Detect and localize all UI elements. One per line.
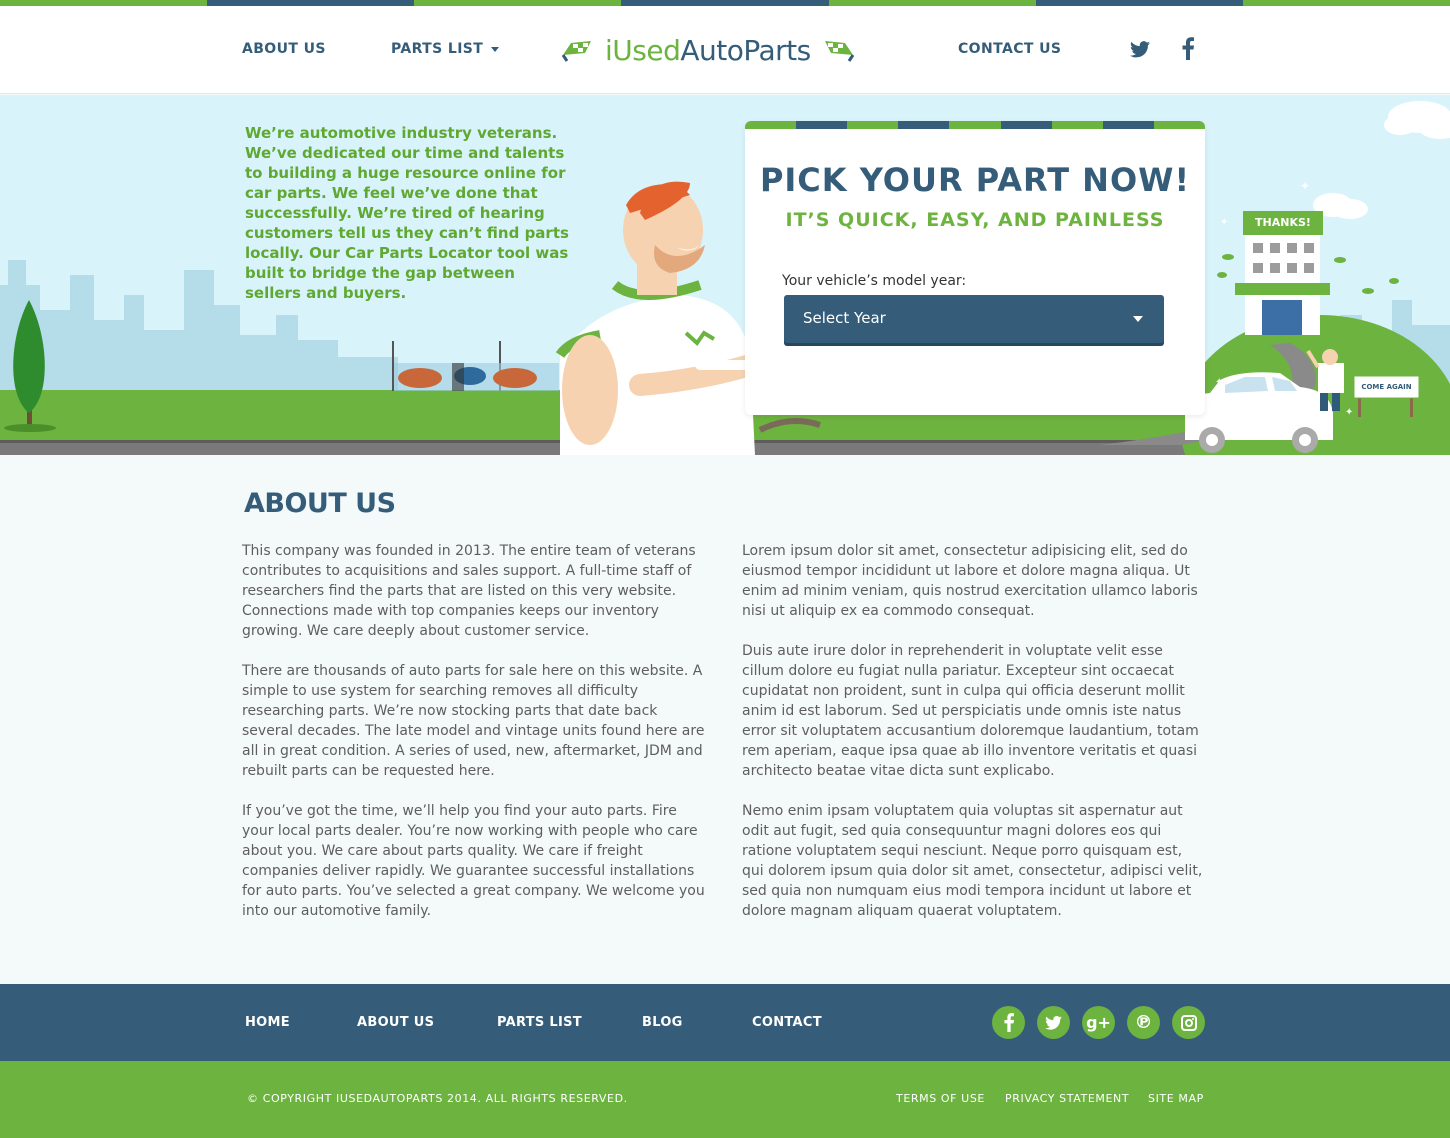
copyright-text: © COPYRIGHT IUSEDAUTOPARTS 2014. ALL RIG…: [247, 1092, 628, 1105]
checkered-flag-icon: [824, 41, 854, 62]
privacy-statement-link[interactable]: PRIVACY STATEMENT: [1005, 1092, 1129, 1105]
google-plus-icon[interactable]: g+: [1082, 1006, 1115, 1039]
about-paragraph: Lorem ipsum dolor sit amet, consectetur …: [742, 543, 1198, 619]
svg-text:✦: ✦: [1300, 179, 1310, 193]
nav-parts-list[interactable]: PARTS LIST: [391, 41, 500, 57]
about-right-column: Lorem ipsum dolor sit amet, consectetur …: [742, 541, 1208, 941]
site-map-link[interactable]: SITE MAP: [1148, 1092, 1204, 1105]
pinterest-icon[interactable]: ℗: [1127, 1006, 1160, 1039]
chevron-down-icon: [491, 46, 500, 52]
part-picker-card: PICK YOUR PART NOW! IT’S QUICK, EASY, AN…: [745, 121, 1205, 415]
picker-color-stripe: [745, 121, 1205, 129]
about-paragraph: This company was founded in 2013. The en…: [242, 543, 696, 639]
nav-parts-list-label: PARTS LIST: [391, 41, 484, 57]
cloud-icon: [1313, 101, 1450, 219]
nav-about-us[interactable]: ABOUT US: [242, 41, 326, 57]
about-paragraph: Duis aute irure dolor in reprehenderit i…: [742, 643, 1199, 779]
about-title: ABOUT US: [244, 488, 396, 519]
instagram-icon[interactable]: [1172, 1006, 1205, 1039]
about-left-column: This company was founded in 2013. The en…: [242, 541, 708, 941]
twitter-icon[interactable]: [1037, 1006, 1070, 1039]
chevron-down-icon: [1133, 316, 1143, 322]
terms-of-use-link[interactable]: TERMS OF USE: [896, 1092, 985, 1105]
picker-title: PICK YOUR PART NOW!: [759, 161, 1191, 199]
logo-wordmark: iUsedAutoParts: [605, 33, 811, 67]
svg-text:✦: ✦: [1345, 407, 1353, 418]
about-paragraph: There are thousands of auto parts for sa…: [242, 663, 705, 779]
footer-nav-contact[interactable]: CONTACT: [752, 1015, 822, 1030]
hero-section: ✦✦✦✦ THANKS! COME AGAIN We’re automotive…: [0, 95, 1450, 455]
picker-subtitle: IT’S QUICK, EASY, AND PAINLESS: [785, 209, 1165, 231]
about-paragraph: Nemo enim ipsam voluptatem quia voluptas…: [742, 803, 1203, 919]
hero-intro-text: We’re automotive industry veterans. We’v…: [245, 124, 569, 302]
model-year-label: Your vehicle’s model year:: [782, 273, 967, 289]
nav-contact-us[interactable]: CONTACT US: [958, 41, 1061, 57]
svg-text:✦: ✦: [1220, 217, 1228, 228]
model-year-select-value: Select Year: [803, 309, 886, 327]
site-logo[interactable]: iUsedAutoParts: [561, 28, 855, 72]
footer-nav-home[interactable]: HOME: [245, 1015, 290, 1030]
footer-nav-bar: HOME ABOUT US PARTS LIST BLOG CONTACT g+…: [0, 984, 1450, 1061]
model-year-select[interactable]: Select Year: [784, 295, 1164, 343]
twitter-icon[interactable]: [1130, 41, 1150, 62]
facebook-icon[interactable]: [1182, 37, 1194, 64]
footer-bottom-bar: © COPYRIGHT IUSEDAUTOPARTS 2014. ALL RIG…: [0, 1061, 1450, 1138]
about-paragraph: If you’ve got the time, we’ll help you f…: [242, 803, 705, 919]
footer-nav-blog[interactable]: BLOG: [642, 1015, 683, 1030]
footer-nav-parts-list[interactable]: PARTS LIST: [497, 1015, 582, 1030]
hero-illustration: ✦✦✦✦: [0, 101, 1450, 455]
footer-nav-about-us[interactable]: ABOUT US: [357, 1015, 434, 1030]
facebook-icon[interactable]: [992, 1006, 1025, 1039]
site-header: ABOUT US PARTS LIST iUsedAutoParts CONTA…: [0, 6, 1450, 94]
come-again-sign: COME AGAIN: [1361, 383, 1412, 391]
checkered-flag-icon: [561, 41, 591, 62]
thanks-sign: THANKS!: [1255, 216, 1311, 229]
